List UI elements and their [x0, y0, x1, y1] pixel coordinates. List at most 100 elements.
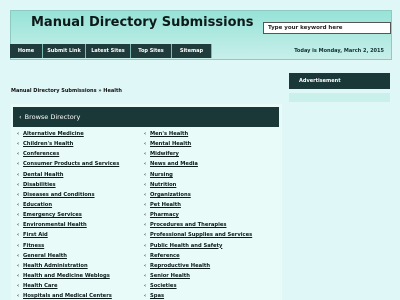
category-label[interactable]: Health Administration	[23, 263, 88, 269]
category-link[interactable]: ‹ Mental Health	[144, 139, 252, 149]
category-label[interactable]: Diseases and Conditions	[23, 192, 95, 198]
category-link[interactable]: ‹ Fitness	[17, 241, 119, 251]
category-link[interactable]: ‹ Environmental Health	[17, 220, 119, 230]
category-link[interactable]: ‹ Health Care	[17, 281, 119, 291]
breadcrumb[interactable]: Manual Directory Submissions » Health	[11, 88, 122, 94]
category-list-right: ‹ Men's Health ‹ Mental Health ‹ Midwifery ‹ Ne…	[144, 129, 252, 300]
category-link[interactable]: ‹ Pet Health	[144, 200, 252, 210]
category-link[interactable]: ‹ News and Media	[144, 159, 252, 169]
category-label[interactable]: Mental Health	[150, 141, 191, 147]
category-link[interactable]: ‹ Senior Health	[144, 271, 252, 281]
chevron-left-icon: ‹	[144, 273, 147, 280]
chevron-left-icon: ‹	[144, 131, 147, 138]
chevron-left-icon: ‹	[17, 232, 20, 239]
category-label[interactable]: Senior Health	[150, 273, 190, 279]
chevron-left-icon: ‹	[144, 222, 147, 229]
category-label[interactable]: Education	[23, 202, 52, 208]
category-link[interactable]: ‹ Spas	[144, 291, 252, 300]
chevron-left-icon: ‹	[144, 161, 147, 168]
category-label[interactable]: Pet Health	[150, 202, 181, 208]
category-link[interactable]: ‹ Dental Health	[17, 170, 119, 180]
category-label[interactable]: Environmental Health	[23, 222, 87, 228]
chevron-left-icon: ‹	[144, 283, 147, 290]
category-link[interactable]: ‹ Midwifery	[144, 149, 252, 159]
chevron-left-icon: ‹	[17, 273, 20, 280]
nav-tab-latest-sites[interactable]: Latest Sites	[86, 44, 131, 58]
category-label[interactable]: Men's Health	[150, 131, 188, 137]
chevron-left-icon: ‹	[17, 171, 20, 178]
category-link[interactable]: ‹ Diseases and Conditions	[17, 190, 119, 200]
category-label[interactable]: Organizations	[150, 192, 191, 198]
category-label[interactable]: Nursing	[150, 172, 173, 178]
category-label[interactable]: Health and Medicine Weblogs	[23, 273, 110, 279]
site-title[interactable]: Manual Directory Submissions	[31, 15, 254, 30]
nav-tab-home[interactable]: Home	[10, 44, 43, 58]
category-link[interactable]: ‹ Nutrition	[144, 180, 252, 190]
chevron-left-icon: ‹	[17, 262, 20, 269]
category-link[interactable]: ‹ Procedures and Therapies	[144, 220, 252, 230]
category-link[interactable]: ‹ Professional Supplies and Services	[144, 230, 252, 240]
category-label[interactable]: Alternative Medicine	[23, 131, 84, 137]
chevron-left-icon: ‹	[144, 242, 147, 249]
chevron-left-icon: ‹	[17, 293, 20, 300]
chevron-left-icon: ‹	[19, 113, 22, 121]
chevron-left-icon: ‹	[144, 151, 147, 158]
category-link[interactable]: ‹ Hospitals and Medical Centers	[17, 291, 119, 300]
category-label[interactable]: Hospitals and Medical Centers	[23, 293, 112, 299]
category-label[interactable]: Midwifery	[150, 151, 179, 157]
category-label[interactable]: Health Care	[23, 283, 58, 289]
category-link[interactable]: ‹ Societies	[144, 281, 252, 291]
category-label[interactable]: Professional Supplies and Services	[150, 232, 252, 238]
category-link[interactable]: ‹ Alternative Medicine	[17, 129, 119, 139]
chevron-left-icon: ‹	[144, 252, 147, 259]
category-label[interactable]: Children's Health	[23, 141, 73, 147]
nav-tab-top-sites[interactable]: Top Sites	[131, 44, 172, 58]
category-label[interactable]: Spas	[150, 293, 164, 299]
chevron-left-icon: ‹	[144, 262, 147, 269]
category-label[interactable]: Reference	[150, 253, 180, 259]
category-label[interactable]: Dental Health	[23, 172, 63, 178]
chevron-left-icon: ‹	[17, 141, 20, 148]
category-label[interactable]: News and Media	[150, 161, 198, 167]
category-label[interactable]: General Health	[23, 253, 67, 259]
category-label[interactable]: Pharmacy	[150, 212, 179, 218]
category-link[interactable]: ‹ Health and Medicine Weblogs	[17, 271, 119, 281]
category-link[interactable]: ‹ Consumer Products and Services	[17, 159, 119, 169]
category-link[interactable]: ‹ Men's Health	[144, 129, 252, 139]
category-link[interactable]: ‹ Emergency Services	[17, 210, 119, 220]
category-link[interactable]: ‹ Nursing	[144, 170, 252, 180]
chevron-left-icon: ‹	[144, 141, 147, 148]
category-label[interactable]: Fitness	[23, 243, 44, 249]
category-label[interactable]: First Aid	[23, 232, 48, 238]
advertisement-header: Advertisement	[289, 73, 390, 89]
category-link[interactable]: ‹ Education	[17, 200, 119, 210]
chevron-left-icon: ‹	[17, 181, 20, 188]
search-input[interactable]	[263, 22, 391, 34]
category-label[interactable]: Public Health and Safety	[150, 243, 222, 249]
category-link[interactable]: ‹ Public Health and Safety	[144, 241, 252, 251]
category-link[interactable]: ‹ Children's Health	[17, 139, 119, 149]
chevron-left-icon: ‹	[144, 232, 147, 239]
category-label[interactable]: Emergency Services	[23, 212, 82, 218]
category-link[interactable]: ‹ Reference	[144, 251, 252, 261]
category-link[interactable]: ‹ General Health	[17, 251, 119, 261]
category-list-left: ‹ Alternative Medicine ‹ Children's Health ‹…	[17, 129, 119, 300]
category-label[interactable]: Nutrition	[150, 182, 176, 188]
category-link[interactable]: ‹ Pharmacy	[144, 210, 252, 220]
category-link[interactable]: ‹ Health Administration	[17, 261, 119, 271]
category-link[interactable]: ‹ First Aid	[17, 230, 119, 240]
category-label[interactable]: Reproductive Health	[150, 263, 210, 269]
nav-tab-submit-link[interactable]: Submit Link	[43, 44, 86, 58]
category-link[interactable]: ‹ Organizations	[144, 190, 252, 200]
category-link[interactable]: ‹ Reproductive Health	[144, 261, 252, 271]
chevron-left-icon: ‹	[17, 222, 20, 229]
category-label[interactable]: Procedures and Therapies	[150, 222, 227, 228]
category-label[interactable]: Disabilities	[23, 182, 56, 188]
category-label[interactable]: Consumer Products and Services	[23, 161, 119, 167]
category-label[interactable]: Conferences	[23, 151, 59, 157]
category-link[interactable]: ‹ Disabilities	[17, 180, 119, 190]
category-link[interactable]: ‹ Conferences	[17, 149, 119, 159]
category-label[interactable]: Societies	[150, 283, 177, 289]
nav-tab-sitemap[interactable]: Sitemap	[172, 44, 212, 58]
chevron-left-icon: ‹	[17, 191, 20, 198]
